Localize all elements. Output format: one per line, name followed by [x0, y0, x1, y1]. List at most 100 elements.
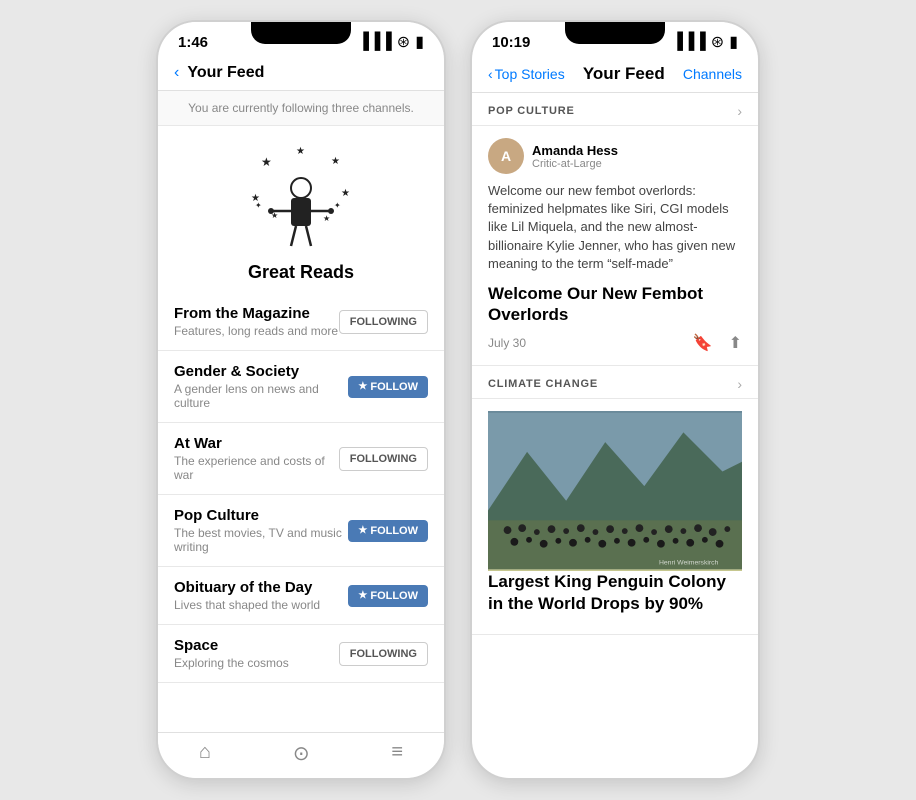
svg-text:★: ★: [296, 146, 305, 157]
content-scroll[interactable]: POP CULTURE › A Amanda Hess Critic-at-La…: [472, 93, 758, 778]
wifi-icon-right: ⊛: [711, 32, 724, 52]
channel-info: Space Exploring the cosmos: [174, 637, 339, 670]
channel-desc: Features, long reads and more: [174, 324, 339, 338]
right-phone: 10:19 ▐▐▐ ⊛ ▮ ‹ Top Stories Your Feed Ch…: [470, 20, 760, 780]
following-button-magazine[interactable]: FOLLOWING: [339, 310, 428, 334]
nav-title: Your Feed: [187, 64, 264, 82]
great-reads-label: Great Reads: [248, 262, 354, 283]
channel-desc: Exploring the cosmos: [174, 656, 339, 670]
channel-info: Pop Culture The best movies, TV and musi…: [174, 507, 348, 554]
article-actions: 🔖 ⬆: [693, 333, 742, 353]
channel-desc: The experience and costs of war: [174, 454, 339, 482]
channel-info: Obituary of the Day Lives that shaped th…: [174, 579, 348, 612]
signal-icon: ▐▐▐: [358, 33, 392, 51]
tab-bar-left: ⌂ ⊙ ≡: [158, 732, 444, 778]
share-icon[interactable]: ⬆: [729, 333, 742, 353]
climate-section-header[interactable]: CLIMATE CHANGE ›: [472, 366, 758, 399]
channel-item-pop-culture: Pop Culture The best movies, TV and musi…: [158, 495, 444, 567]
subtitle-text: You are currently following three channe…: [188, 101, 414, 115]
star-icon: ★: [358, 525, 367, 536]
channel-name: Gender & Society: [174, 363, 348, 380]
time-left: 1:46: [178, 34, 208, 51]
follow-label: FOLLOW: [370, 381, 418, 393]
author-row: A Amanda Hess Critic-at-Large: [488, 138, 742, 174]
article-card-fembot: A Amanda Hess Critic-at-Large Welcome ou…: [472, 126, 758, 366]
chevron-left-icon-right: ‹: [488, 66, 493, 82]
follow-label: FOLLOW: [370, 525, 418, 537]
left-nav: ‹ Your Feed: [158, 56, 444, 91]
svg-text:★: ★: [261, 155, 272, 169]
following-button-space[interactable]: FOLLOWING: [339, 642, 428, 666]
author-role: Critic-at-Large: [532, 158, 618, 170]
author-details: Amanda Hess Critic-at-Large: [532, 143, 618, 170]
channel-item-obituary: Obituary of the Day Lives that shaped th…: [158, 567, 444, 625]
top-stories-button[interactable]: ‹ Top Stories: [488, 66, 565, 82]
penguin-scene: Henri Weimerskirch: [488, 411, 742, 571]
channel-name: At War: [174, 435, 339, 452]
author-avatar: A: [488, 138, 524, 174]
svg-text:✦: ✦: [255, 201, 262, 210]
left-screen: 1:46 ▐▐▐ ⊛ ▮ ‹ Your Feed You are current…: [158, 22, 444, 778]
follow-label: FOLLOW: [370, 590, 418, 602]
chevron-left-icon: ‹: [174, 64, 179, 82]
search-tab-icon[interactable]: ⊙: [293, 741, 310, 766]
bookmark-icon[interactable]: 🔖: [693, 333, 713, 353]
channel-info: From the Magazine Features, long reads a…: [174, 305, 339, 338]
channel-name: Space: [174, 637, 339, 654]
notch: [251, 22, 351, 44]
channel-name: From the Magazine: [174, 305, 339, 322]
channel-desc: A gender lens on news and culture: [174, 382, 348, 410]
svg-text:★: ★: [323, 214, 330, 223]
star-icon: ★: [358, 381, 367, 392]
channel-item-at-war: At War The experience and costs of war F…: [158, 423, 444, 495]
section-chevron-climate: ›: [737, 376, 742, 392]
section-chevron-pop: ›: [737, 103, 742, 119]
article-card-penguin: Henri Weimerskirch Largest King Penguin …: [472, 399, 758, 635]
channel-info: Gender & Society A gender lens on news a…: [174, 363, 348, 410]
menu-tab-icon[interactable]: ≡: [391, 741, 403, 766]
channel-item-space: Space Exploring the cosmos FOLLOWING: [158, 625, 444, 683]
home-tab-icon[interactable]: ⌂: [199, 741, 211, 766]
channel-desc: The best movies, TV and music writing: [174, 526, 348, 554]
time-right: 10:19: [492, 34, 530, 51]
status-icons-right: ▐▐▐ ⊛ ▮: [672, 32, 738, 52]
right-feed-title: Your Feed: [583, 64, 665, 84]
subtitle-banner: You are currently following three channe…: [158, 91, 444, 126]
follow-button-obituary[interactable]: ★ FOLLOW: [348, 585, 428, 607]
channel-list: From the Magazine Features, long reads a…: [158, 293, 444, 732]
avatar-initial: A: [501, 148, 511, 164]
right-header: ‹ Top Stories Your Feed Channels: [472, 56, 758, 93]
article-headline[interactable]: Welcome Our New Fembot Overlords: [488, 283, 742, 326]
svg-text:✦: ✦: [334, 201, 341, 210]
right-screen: 10:19 ▐▐▐ ⊛ ▮ ‹ Top Stories Your Feed Ch…: [472, 22, 758, 778]
svg-text:★: ★: [331, 156, 340, 167]
wifi-icon: ⊛: [397, 32, 410, 52]
left-phone: 1:46 ▐▐▐ ⊛ ▮ ‹ Your Feed You are current…: [156, 20, 446, 780]
channel-item-gender-society: Gender & Society A gender lens on news a…: [158, 351, 444, 423]
channel-desc: Lives that shaped the world: [174, 598, 348, 612]
pop-culture-section-header[interactable]: POP CULTURE ›: [472, 93, 758, 126]
back-button[interactable]: ‹ Your Feed: [174, 64, 264, 82]
status-icons-left: ▐▐▐ ⊛ ▮: [358, 32, 424, 52]
penguin-headline[interactable]: Largest King Penguin Colony in the World…: [488, 571, 742, 614]
svg-text:★: ★: [341, 188, 350, 199]
article-meta: July 30 🔖 ⬆: [488, 333, 742, 353]
article-preview: Welcome our new fembot overlords: femini…: [488, 182, 742, 273]
star-icon: ★: [358, 590, 367, 601]
signal-icon-right: ▐▐▐: [672, 33, 706, 51]
svg-text:Henri Weimerskirch: Henri Weimerskirch: [659, 560, 719, 567]
channels-button[interactable]: Channels: [683, 66, 742, 82]
section-title-climate: CLIMATE CHANGE: [488, 378, 598, 390]
following-button-war[interactable]: FOLLOWING: [339, 447, 428, 471]
channel-item-from-magazine: From the Magazine Features, long reads a…: [158, 293, 444, 351]
follow-button-pop[interactable]: ★ FOLLOW: [348, 520, 428, 542]
battery-icon-right: ▮: [729, 32, 738, 52]
battery-icon: ▮: [415, 32, 424, 52]
penguin-image-svg: Henri Weimerskirch: [488, 411, 742, 571]
channel-name: Pop Culture: [174, 507, 348, 524]
top-stories-label: Top Stories: [495, 66, 565, 82]
follow-button-gender[interactable]: ★ FOLLOW: [348, 376, 428, 398]
section-title-pop: POP CULTURE: [488, 105, 575, 117]
article-date: July 30: [488, 336, 526, 350]
author-name: Amanda Hess: [532, 143, 618, 158]
